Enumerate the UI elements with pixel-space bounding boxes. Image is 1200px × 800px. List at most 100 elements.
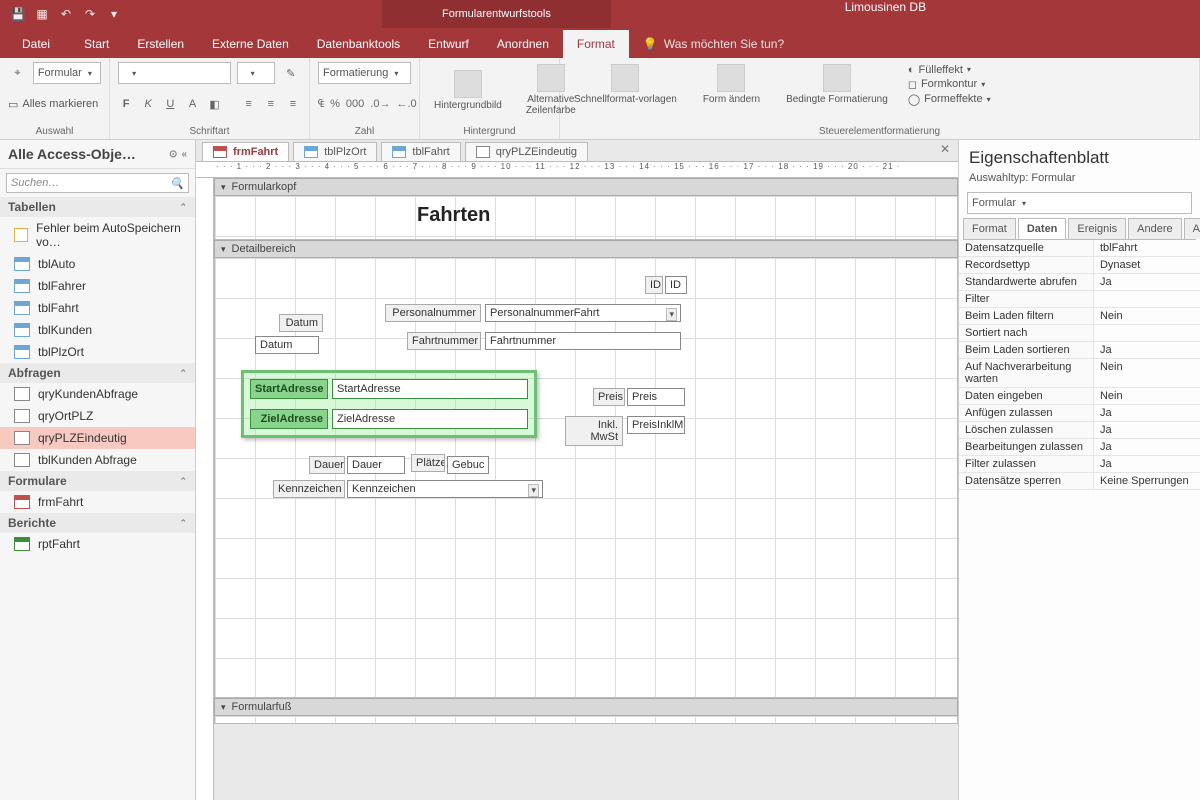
undo-icon[interactable]: ↶ [58,6,74,22]
property-value[interactable] [1094,291,1200,307]
property-value[interactable]: Ja [1094,422,1200,438]
select-object-icon[interactable]: ⌖ [8,62,27,84]
form-design-canvas[interactable]: ▾Formularkopf Fahrten ▾Detailbereich ID … [196,178,958,800]
nav-item[interactable]: qryOrtPLZ [0,405,195,427]
form-footer-section[interactable] [214,716,958,724]
document-tab[interactable]: qryPLZEindeutig [465,142,588,161]
number-format-combo[interactable]: Formatierung▾ [318,62,411,84]
nav-item[interactable]: tblPlzOrt [0,341,195,363]
horizontal-ruler[interactable]: · · · 1 · · · 2 · · · 3 · · · 4 · · · 5 … [196,162,958,178]
document-tab[interactable]: tblPlzOrt [293,142,377,161]
property-row[interactable]: DatensatzquelletblFahrt [959,240,1200,257]
textbox-datum[interactable]: Datum [255,336,319,354]
property-row[interactable]: Bearbeitungen zulassenJa [959,439,1200,456]
label-datum[interactable]: Datum [279,314,323,332]
font-family-combo[interactable]: ▾ [118,62,231,84]
save-icon[interactable]: 💾 [10,6,26,22]
property-value[interactable]: Nein [1094,359,1200,387]
format-painter-icon[interactable]: ✎ [281,62,302,84]
section-detail-bar[interactable]: ▾Detailbereich [214,240,958,258]
property-row[interactable]: Sortiert nach [959,325,1200,342]
thousands-button[interactable]: 000 [346,93,364,115]
nav-item[interactable]: qryKundenAbfrage [0,383,195,405]
qat-more-icon[interactable]: ▾ [106,6,122,22]
tab-design[interactable]: Entwurf [414,30,483,58]
property-value[interactable]: Ja [1094,405,1200,421]
label-kennzeichen[interactable]: Kennzeichen [273,480,345,498]
label-dauer[interactable]: Dauer [309,456,345,474]
property-row[interactable]: Standardwerte abrufenJa [959,274,1200,291]
vertical-ruler[interactable] [196,178,214,800]
nav-item[interactable]: tblFahrer [0,275,195,297]
nav-item[interactable]: tblFahrt [0,297,195,319]
nav-item[interactable]: rptFahrt [0,533,195,555]
conditional-formatting-button[interactable]: Bedingte Formatierung [780,62,894,107]
property-value[interactable]: Ja [1094,439,1200,455]
property-row[interactable]: Daten eingebenNein [959,388,1200,405]
redo-icon[interactable]: ↷ [82,6,98,22]
label-personal[interactable]: Personalnummer [385,304,481,322]
currency-button[interactable]: ₠ [318,93,324,115]
property-value[interactable]: Dynaset [1094,257,1200,273]
nav-error-item[interactable]: Fehler beim AutoSpeichern vo… [0,217,195,253]
property-value[interactable]: tblFahrt [1094,240,1200,256]
shape-fill-button[interactable]: ◐Fülleffekt▾ [908,63,991,77]
dec-decimal-button[interactable]: ←.0 [396,93,416,115]
property-row[interactable]: Beim Laden filternNein [959,308,1200,325]
label-plaetze[interactable]: Plätze [411,454,445,472]
align-right-button[interactable]: ≡ [285,93,301,115]
property-object-combo[interactable]: Formular▾ [967,192,1192,214]
textbox-zieladresse[interactable]: ZielAdresse [332,409,528,429]
property-value[interactable]: Ja [1094,274,1200,290]
print-icon[interactable]: ▦ [34,6,50,22]
nav-cat-reports[interactable]: Berichte⌃ [0,513,195,533]
textbox-inkl[interactable]: PreisInklM [627,416,685,434]
property-row[interactable]: Löschen zulassenJa [959,422,1200,439]
property-value[interactable]: Ja [1094,456,1200,472]
tell-me-search[interactable]: 💡 Was möchten Sie tun? [629,30,798,58]
nav-cat-queries[interactable]: Abfragen⌃ [0,363,195,383]
property-row[interactable]: Filter [959,291,1200,308]
label-startadresse[interactable]: StartAdresse [250,379,328,399]
nav-item[interactable]: qryPLZEindeutig [0,427,195,449]
percent-button[interactable]: % [330,93,340,115]
textbox-startadresse[interactable]: StartAdresse [332,379,528,399]
label-fahrtnummer[interactable]: Fahrtnummer [407,332,481,350]
property-value[interactable]: Keine Sperrungen [1094,473,1200,489]
textbox-fahrtnummer[interactable]: Fahrtnummer [485,332,681,350]
nav-item[interactable]: tblKunden Abfrage [0,449,195,471]
selection-combo[interactable]: Formular▾ [33,62,101,84]
nav-dropdown-icon[interactable]: ⊙ [169,149,177,160]
label-zieladresse[interactable]: ZielAdresse [250,409,328,429]
tab-file[interactable]: Datei [8,30,64,58]
background-image-button[interactable]: Hintergrundbild [428,68,508,113]
property-tab[interactable]: Andere [1128,218,1181,239]
tab-start[interactable]: Start [70,30,123,58]
label-inkl[interactable]: Inkl. MwSt [565,416,623,446]
label-preis[interactable]: Preis [593,388,625,406]
tab-arrange[interactable]: Anordnen [483,30,563,58]
textbox-preis[interactable]: Preis [627,388,685,406]
property-tab[interactable]: Format [963,218,1016,239]
property-tab[interactable]: Daten [1018,218,1067,239]
combobox-kennzeichen[interactable]: Kennzeichen [347,480,543,498]
form-detail-section[interactable]: ID ID Personalnummer PersonalnummerFahrt… [214,258,958,698]
nav-cat-tables[interactable]: Tabellen⌃ [0,197,195,217]
property-row[interactable]: Filter zulassenJa [959,456,1200,473]
quick-styles-button[interactable]: Schnellformat-vorlagen [568,62,683,107]
nav-item[interactable]: tblAuto [0,253,195,275]
property-row[interactable]: Auf Nachverarbeitung wartenNein [959,359,1200,388]
select-all-button[interactable]: ▭ Alles markieren [8,97,101,112]
align-center-button[interactable]: ≡ [263,93,279,115]
inc-decimal-button[interactable]: .0→ [370,93,390,115]
property-value[interactable]: Nein [1094,308,1200,324]
textbox-id[interactable]: ID [665,276,687,294]
change-shape-button[interactable]: Form ändern [697,62,766,107]
tab-dbtools[interactable]: Datenbanktools [303,30,414,58]
textbox-gebucht[interactable]: Gebuc [447,456,489,474]
nav-header[interactable]: Alle Access-Obje… ⊙« [0,140,195,169]
tab-create[interactable]: Erstellen [123,30,198,58]
form-title-label[interactable]: Fahrten [417,204,490,227]
font-color-button[interactable]: A [184,93,200,115]
fill-color-button[interactable]: ◧ [207,93,223,115]
